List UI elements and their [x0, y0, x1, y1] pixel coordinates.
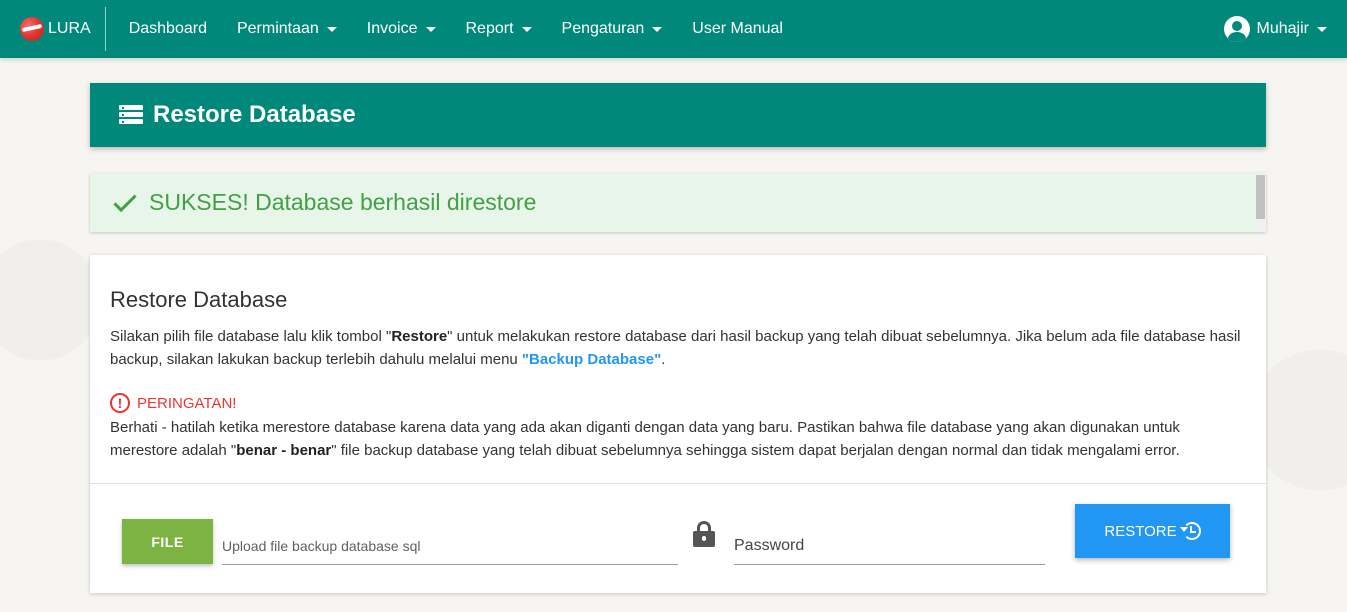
file-path-input[interactable]: [222, 527, 678, 565]
nav-item-label: Invoice: [366, 20, 418, 37]
nav-item-label: Dashboard: [128, 20, 207, 37]
caret-down-icon: [521, 26, 532, 32]
warning-title: PERINGATAN!: [137, 394, 237, 412]
warning-icon: !: [110, 393, 130, 413]
page-title: Restore Database: [153, 101, 356, 128]
nav-item-invoice[interactable]: Invoice: [352, 0, 451, 58]
desc-text: .: [661, 351, 666, 368]
description: Silakan pilih file database lalu klik to…: [110, 325, 1246, 371]
nav-item-permintaan[interactable]: Permintaan: [222, 0, 352, 58]
nav-menu: Dashboard Permintaan Invoice Report Peng…: [114, 0, 798, 58]
scrollbar-thumb[interactable]: [1256, 175, 1265, 219]
backup-database-link[interactable]: "Backup Database": [522, 351, 661, 368]
brand-name: LURA: [48, 20, 91, 37]
nav-item-label: Report: [465, 20, 514, 37]
restore-button-label: RESTORE: [1104, 522, 1177, 540]
account-circle-icon: [1223, 16, 1250, 42]
success-alert: SUKSES! Database berhasil direstore: [90, 173, 1266, 232]
page-header: Restore Database: [90, 83, 1266, 147]
warning-bold: benar - benar: [236, 442, 332, 459]
caret-down-icon: [1317, 26, 1327, 32]
card-divider: [90, 483, 1266, 484]
nav-item-label: Pengaturan: [561, 20, 645, 37]
file-button[interactable]: FILE: [122, 519, 213, 564]
restore-button[interactable]: RESTORE: [1075, 504, 1230, 558]
user-name: Muhajir: [1256, 20, 1309, 37]
nav-item-dashboard[interactable]: Dashboard: [114, 0, 222, 58]
check-icon: [113, 188, 137, 213]
desc-bold-restore: Restore: [391, 328, 448, 345]
caret-down-icon: [652, 26, 663, 32]
caret-down-icon: [425, 26, 436, 32]
lock-icon: [693, 521, 715, 547]
alert-scrollbar[interactable]: [1255, 173, 1266, 232]
card-title: Restore Database: [110, 287, 288, 312]
top-navbar: LURA Dashboard Permintaan Invoice Report…: [0, 0, 1347, 58]
warning-text-part: " file backup database yang telah dibuat…: [331, 442, 1180, 459]
nav-item-label: User Manual: [692, 20, 783, 37]
caret-down-icon: [326, 26, 337, 32]
nav-item-label: Permintaan: [236, 20, 319, 37]
alert-message: SUKSES! Database berhasil direstore: [149, 189, 537, 215]
user-menu[interactable]: Muhajir: [1223, 0, 1327, 58]
database-icon: [119, 105, 143, 125]
warning-text: Berhati - hatilah ketika merestore datab…: [110, 416, 1246, 462]
warning-header: ! PERINGATAN!: [110, 392, 1246, 414]
nav-item-user-manual[interactable]: User Manual: [677, 0, 798, 58]
desc-text: Silakan pilih file database lalu klik to…: [110, 328, 392, 345]
restore-card: Restore Database Silakan pilih file data…: [90, 255, 1266, 593]
restore-history-icon: [1179, 522, 1201, 540]
brand[interactable]: LURA: [0, 7, 106, 51]
brand-logo-icon: [20, 17, 44, 41]
nav-item-pengaturan[interactable]: Pengaturan: [547, 0, 678, 58]
nav-item-report[interactable]: Report: [451, 0, 547, 58]
password-input[interactable]: [734, 527, 1045, 565]
